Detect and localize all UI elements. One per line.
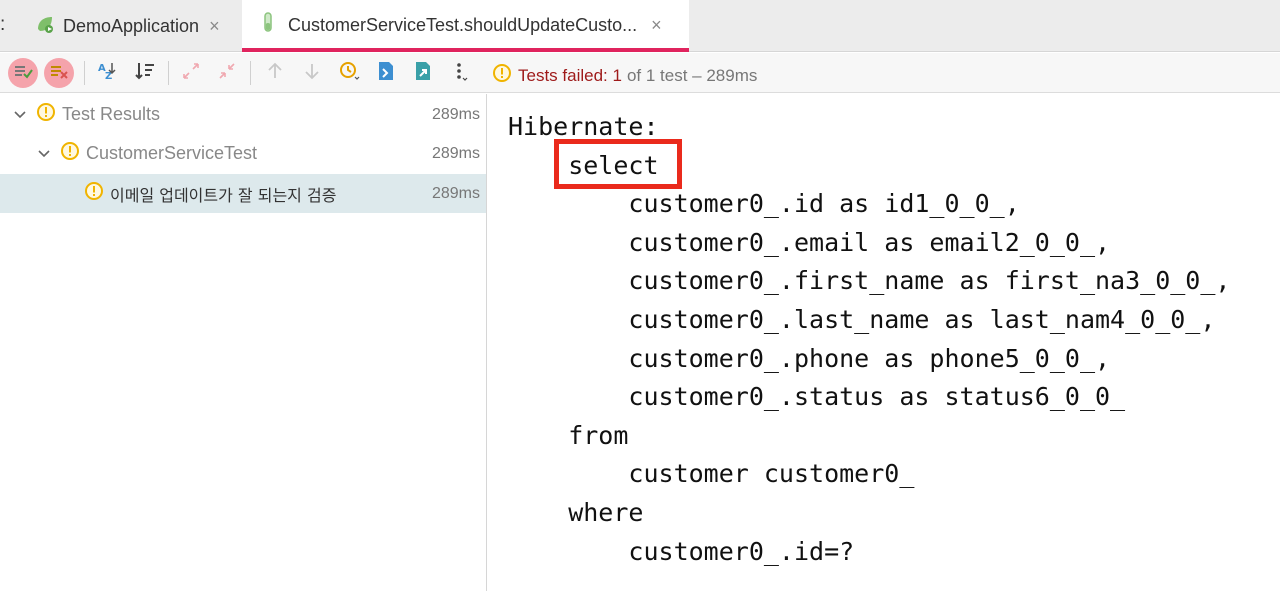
import-tests-button[interactable] (371, 58, 401, 88)
editor-tab-bar: : DemoApplication × CustomerServiceTest.… (0, 0, 1280, 52)
tree-node-duration: 289ms (431, 184, 480, 202)
import-icon (377, 61, 395, 86)
warning-icon (60, 141, 80, 166)
test-history-button[interactable] (334, 58, 364, 88)
tab-demo-application[interactable]: DemoApplication × (34, 0, 240, 52)
history-icon (337, 60, 361, 87)
collapse-all-button[interactable] (212, 58, 242, 88)
arrow-up-icon (266, 61, 284, 86)
test-runner-toolbar: A Z Tests failed: 1 of 1 test – 289ms (0, 53, 1280, 93)
tab-bar-prefix: : (0, 14, 6, 35)
test-status-summary: Tests failed: 1 of 1 test – 289ms (492, 63, 757, 88)
expand-all-button[interactable] (176, 58, 206, 88)
select-highlight-box (554, 139, 682, 189)
console-line: customer0_.status as status6_0_0_ (508, 382, 1126, 412)
test-tube-icon (262, 11, 274, 39)
previous-failed-button[interactable] (260, 58, 290, 88)
tree-node-email-update-test[interactable]: 이메일 업데이트가 잘 되는지 검증 289ms (0, 174, 486, 213)
tree-node-duration: 289ms (431, 105, 480, 123)
show-ignored-button[interactable] (44, 58, 74, 88)
sort-alpha-icon: A Z (96, 61, 118, 86)
console-line: customer0_.last_name as last_nam4_0_0_, (508, 304, 1216, 334)
tests-total-text: of 1 test – 289ms (626, 65, 758, 85)
console-output[interactable]: Hibernate: select customer0_.id as id1_0… (488, 94, 1280, 591)
console-line: Hibernate: (508, 112, 659, 141)
more-vertical-icon (453, 60, 469, 87)
show-passed-icon (13, 63, 33, 84)
export-icon (414, 61, 432, 86)
warning-icon (36, 102, 56, 127)
close-icon[interactable]: × (209, 16, 220, 37)
warning-icon (492, 63, 512, 88)
show-ignored-icon (49, 63, 69, 84)
console-line: customer0_.id as id1_0_0_, (508, 189, 1020, 219)
collapse-icon (217, 61, 237, 86)
warning-icon (84, 181, 104, 206)
tab-customer-service-test[interactable]: CustomerServiceTest.shouldUpdateCusto...… (242, 0, 689, 52)
more-options-button[interactable] (446, 58, 476, 88)
tree-node-test-results[interactable]: Test Results 289ms (0, 95, 486, 134)
toolbar-separator (168, 61, 169, 85)
chevron-down-icon[interactable] (12, 104, 28, 125)
sort-by-duration-button[interactable] (130, 58, 160, 88)
console-line: customer0_.first_name as first_na3_0_0_, (508, 266, 1231, 296)
console-line: from (508, 420, 629, 450)
tab-demo-label: DemoApplication (63, 15, 200, 36)
test-results-tree: Test Results 289ms CustomerServiceTest 2… (0, 94, 487, 591)
tree-node-label: 이메일 업데이트가 잘 되는지 검증 (110, 185, 337, 205)
console-line: customer0_.email as email2_0_0_, (508, 227, 1111, 257)
tree-node-duration: 289ms (431, 144, 480, 162)
tree-node-label: CustomerServiceTest (86, 143, 258, 163)
sort-alphabetically-button[interactable]: A Z (92, 58, 122, 88)
tests-failed-text: Tests failed: 1 (518, 65, 622, 85)
export-tests-button[interactable] (408, 58, 438, 88)
spring-boot-run-icon (34, 13, 56, 40)
toolbar-separator (84, 61, 85, 85)
close-icon[interactable]: × (651, 15, 662, 36)
next-failed-button[interactable] (297, 58, 327, 88)
toolbar-separator (250, 61, 251, 85)
tree-node-label: Test Results (62, 104, 161, 124)
console-line: where (508, 497, 644, 527)
console-line: customer0_.phone as phone5_0_0_, (508, 343, 1111, 373)
console-line: customer0_.id=? (508, 536, 855, 566)
chevron-down-icon[interactable] (36, 143, 52, 164)
expand-icon (181, 61, 201, 86)
tree-node-customer-service-test[interactable]: CustomerServiceTest 289ms (0, 134, 486, 173)
arrow-down-icon (303, 61, 321, 86)
show-passed-button[interactable] (8, 58, 38, 88)
sort-duration-icon (134, 61, 156, 86)
tab-test-label: CustomerServiceTest.shouldUpdateCusto... (288, 14, 638, 35)
console-line: customer customer0_ (508, 459, 915, 489)
